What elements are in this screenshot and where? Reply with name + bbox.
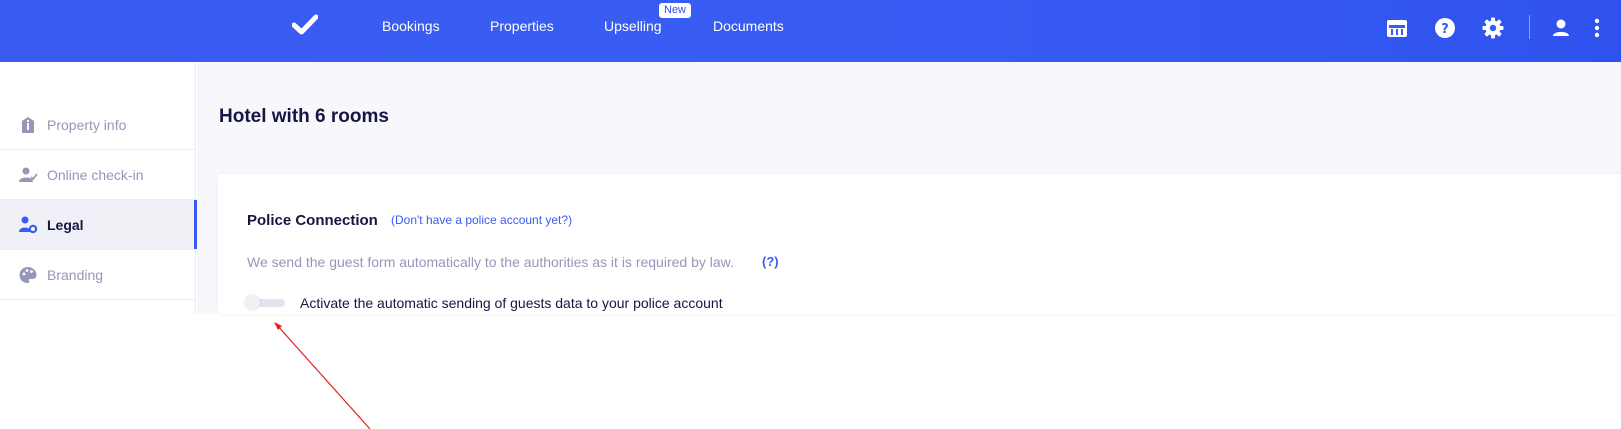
police-connection-title: Police Connection — [247, 212, 378, 229]
sidebar-item-branding[interactable]: Branding — [0, 250, 196, 300]
nav-documents[interactable]: Documents — [713, 18, 784, 34]
nav-upselling[interactable]: Upselling — [604, 18, 662, 34]
legal-icon — [19, 216, 38, 233]
palette-icon — [19, 266, 37, 283]
sidebar-item-label: Legal — [47, 216, 84, 233]
property-info-icon — [22, 116, 34, 133]
gear-icon[interactable] — [1481, 16, 1505, 40]
sidebar-item-legal[interactable]: Legal — [0, 200, 197, 250]
sidebar-item-label: Online check-in — [47, 166, 144, 183]
no-police-account-link[interactable]: (Don't have a police account yet?) — [391, 213, 572, 227]
sidebar-item-label: Branding — [47, 266, 104, 283]
top-navigation-bar: Bookings Properties Upselling New Docume… — [0, 0, 1621, 62]
police-auto-send-label: Activate the automatic sending of guests… — [300, 295, 723, 311]
police-connection-card — [218, 174, 1621, 314]
new-badge: New — [659, 3, 692, 18]
page-title: Hotel with 6 rooms — [219, 106, 389, 127]
sidebar-item-online-check-in[interactable]: Online check-in — [0, 150, 196, 200]
toggle-knob — [245, 295, 260, 310]
settings-sidebar: Property info Online check-in Legal Bran… — [0, 62, 197, 314]
checkmark-logo-icon[interactable] — [292, 14, 318, 36]
sidebar-item-property-info[interactable]: Property info — [0, 100, 196, 150]
sidebar-item-label: Property info — [47, 116, 127, 133]
police-auto-send-toggle[interactable] — [245, 295, 285, 310]
user-check-icon — [19, 167, 38, 182]
nav-properties[interactable]: Properties — [490, 18, 554, 34]
nav-bookings[interactable]: Bookings — [382, 18, 440, 34]
police-description: We send the guest form automatically to … — [247, 254, 734, 270]
more-vertical-icon[interactable] — [1585, 16, 1609, 40]
calendar-icon[interactable] — [1385, 16, 1409, 40]
police-help-link[interactable]: (?) — [762, 254, 779, 269]
help-icon[interactable]: ? — [1433, 16, 1457, 40]
svg-text:?: ? — [1441, 22, 1449, 37]
user-icon[interactable] — [1549, 16, 1573, 40]
header-divider — [1529, 15, 1530, 39]
